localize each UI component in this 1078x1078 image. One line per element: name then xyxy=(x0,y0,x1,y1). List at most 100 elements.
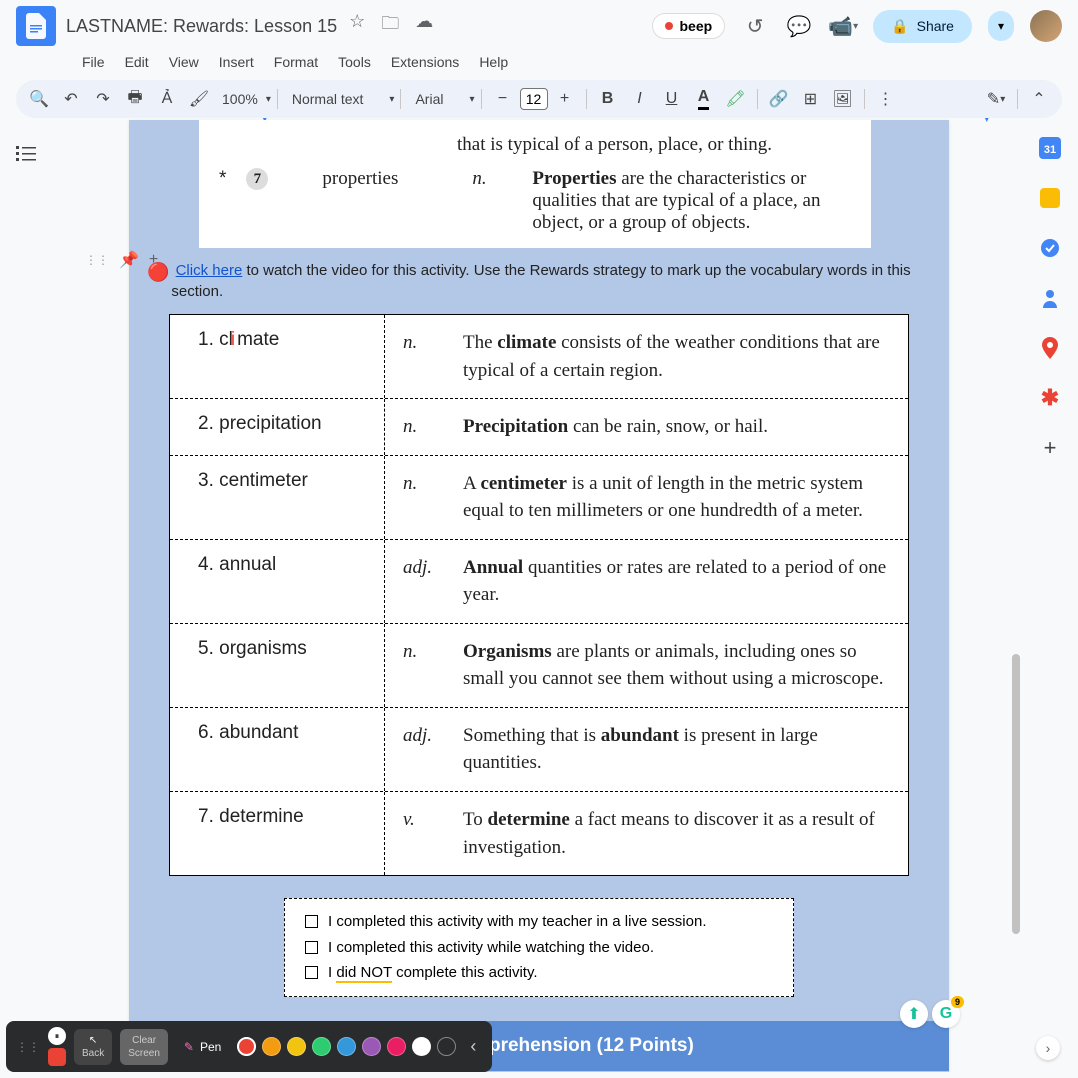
move-icon[interactable]: 🗀 xyxy=(381,11,399,41)
color-magenta[interactable] xyxy=(387,1037,406,1056)
addon-icon[interactable]: ✱ xyxy=(1038,386,1062,410)
app-header: LASTNAME: Rewards: Lesson 15 ☆ 🗀 ☁ beep … xyxy=(0,0,1078,80)
doc-title[interactable]: LASTNAME: Rewards: Lesson 15 xyxy=(66,16,337,37)
vocab-row-1: 1. climate n.The climate consists of the… xyxy=(170,315,908,399)
instructions-text: to watch the video for this activity. Us… xyxy=(171,262,910,300)
checkbox-1[interactable] xyxy=(305,915,318,928)
svg-text:31: 31 xyxy=(1044,144,1056,156)
pause-icon[interactable]: ⏸ xyxy=(48,1027,66,1045)
menu-tools[interactable]: Tools xyxy=(330,50,379,74)
outline-icon[interactable] xyxy=(16,146,40,170)
back-tool[interactable]: ↖Back xyxy=(74,1029,112,1065)
undo-icon[interactable]: ↶ xyxy=(56,84,86,114)
scrollbar-thumb[interactable] xyxy=(1012,654,1020,934)
font-select[interactable]: Arial xyxy=(407,91,467,107)
vocab-row-2: 2. precipitation n.Precipitation can be … xyxy=(170,399,908,456)
color-yellow[interactable] xyxy=(287,1037,306,1056)
stop-icon[interactable] xyxy=(48,1048,66,1066)
pos-properties: n. xyxy=(472,168,512,190)
annotation-toolbar[interactable]: ⋮⋮ ⏸ ↖Back ClearScreen ✎Pen ‹ xyxy=(6,1021,492,1072)
color-black[interactable] xyxy=(437,1037,456,1056)
decrease-font-icon[interactable]: − xyxy=(488,84,518,114)
collapse-toolbar-icon[interactable]: ⌃ xyxy=(1024,84,1054,114)
checkbox-3[interactable] xyxy=(305,966,318,979)
color-purple[interactable] xyxy=(362,1037,381,1056)
grammarly-widget[interactable]: ⬆ G9 xyxy=(900,1000,960,1028)
color-blue[interactable] xyxy=(337,1037,356,1056)
color-red[interactable] xyxy=(237,1037,256,1056)
menu-help[interactable]: Help xyxy=(471,50,516,74)
share-dropdown[interactable]: ▾ xyxy=(988,11,1014,41)
cloud-icon[interactable]: ☁ xyxy=(415,11,433,41)
bold-icon[interactable]: B xyxy=(593,84,623,114)
pen-tool[interactable]: ✎Pen xyxy=(176,1040,229,1054)
italic-icon[interactable]: I xyxy=(625,84,655,114)
font-size-input[interactable] xyxy=(520,88,548,110)
vocab-row-7: 7. determine v.To determine a fact means… xyxy=(170,792,908,875)
video-link[interactable]: Click here xyxy=(176,262,243,279)
style-select[interactable]: Normal text xyxy=(284,91,388,107)
clear-screen-tool[interactable]: ClearScreen xyxy=(120,1029,168,1065)
search-icon[interactable]: 🔍 xyxy=(24,84,54,114)
color-orange[interactable] xyxy=(262,1037,281,1056)
def-properties: Properties are the characteristics or qu… xyxy=(532,168,851,234)
user-avatar[interactable] xyxy=(1030,10,1062,42)
image-icon[interactable]: 🖼 xyxy=(828,84,858,114)
print-icon[interactable]: 🖶 xyxy=(120,84,150,114)
top-definition-table: that is typical of a person, place, or t… xyxy=(199,120,871,248)
star-icon[interactable]: ☆ xyxy=(349,11,365,41)
color-white[interactable] xyxy=(412,1037,431,1056)
collapse-annotate-icon[interactable]: ‹ xyxy=(464,1036,482,1057)
history-icon[interactable]: ↺ xyxy=(741,12,769,40)
tasks-icon[interactable] xyxy=(1038,236,1062,260)
share-button[interactable]: 🔒 Share xyxy=(873,10,972,43)
menu-format[interactable]: Format xyxy=(266,50,326,74)
keep-icon[interactable] xyxy=(1038,186,1062,210)
get-addons-icon[interactable]: + xyxy=(1038,436,1062,460)
tab-marker-right[interactable]: ▾ xyxy=(984,118,990,125)
calendar-icon[interactable]: 31 xyxy=(1038,136,1062,160)
add-comment-icon[interactable]: ⊞ xyxy=(796,84,826,114)
maps-icon[interactable] xyxy=(1038,336,1062,360)
comments-icon[interactable]: 💬 xyxy=(785,12,813,40)
beep-button[interactable]: beep xyxy=(652,13,725,39)
link-icon[interactable]: 🔗 xyxy=(764,84,794,114)
drag-handle-icon[interactable]: ⋮⋮ xyxy=(85,253,109,267)
docs-icon[interactable] xyxy=(16,6,56,46)
highlight-icon[interactable]: 🖍 xyxy=(721,84,751,114)
underline-icon[interactable]: U xyxy=(657,84,687,114)
vocab-row-5: 5. organisms n.Organisms are plants or a… xyxy=(170,624,908,708)
checkbox-2[interactable] xyxy=(305,941,318,954)
bullet-mark: * xyxy=(219,168,226,190)
color-green[interactable] xyxy=(312,1037,331,1056)
meet-icon[interactable]: 📹 ▾ xyxy=(829,12,857,40)
num-badge-7: 7 xyxy=(246,168,268,190)
menu-insert[interactable]: Insert xyxy=(211,50,262,74)
menu-edit[interactable]: Edit xyxy=(117,50,157,74)
collapse-panel-icon[interactable]: › xyxy=(1036,1036,1060,1060)
drag-grip-icon[interactable]: ⋮⋮ xyxy=(16,1040,40,1054)
menu-extensions[interactable]: Extensions xyxy=(383,50,467,74)
color-palette xyxy=(237,1037,456,1056)
redo-icon[interactable]: ↷ xyxy=(88,84,118,114)
left-rail xyxy=(0,118,56,1072)
contacts-icon[interactable] xyxy=(1038,286,1062,310)
text-color-icon[interactable]: A xyxy=(689,84,719,114)
increase-font-icon[interactable]: + xyxy=(550,84,580,114)
pin-icon[interactable]: 📌 xyxy=(119,250,139,270)
paint-format-icon[interactable]: 🖌 xyxy=(184,84,214,114)
editing-mode-icon[interactable]: ✎ ▾ xyxy=(981,84,1011,114)
vocab-row-6: 6. abundant adj.Something that is abunda… xyxy=(170,708,908,792)
word-properties: properties xyxy=(322,168,452,190)
menu-file[interactable]: File xyxy=(74,50,113,74)
vocab-table: 1. climate n.The climate consists of the… xyxy=(169,314,909,876)
scrollbar[interactable] xyxy=(1010,124,1022,1078)
document-area[interactable]: ▾ ▾ ⋮⋮ 📌 + that is typical of a person, … xyxy=(56,118,1022,1072)
menu-view[interactable]: View xyxy=(161,50,207,74)
partial-definition: that is typical of a person, place, or t… xyxy=(457,134,772,156)
zoom-select[interactable]: 100% xyxy=(216,91,264,107)
spellcheck-icon[interactable]: Ả xyxy=(152,84,182,114)
add-icon[interactable]: + xyxy=(149,251,158,269)
more-icon[interactable]: ⋮ xyxy=(871,84,901,114)
menubar: File Edit View Insert Format Tools Exten… xyxy=(16,46,1062,80)
